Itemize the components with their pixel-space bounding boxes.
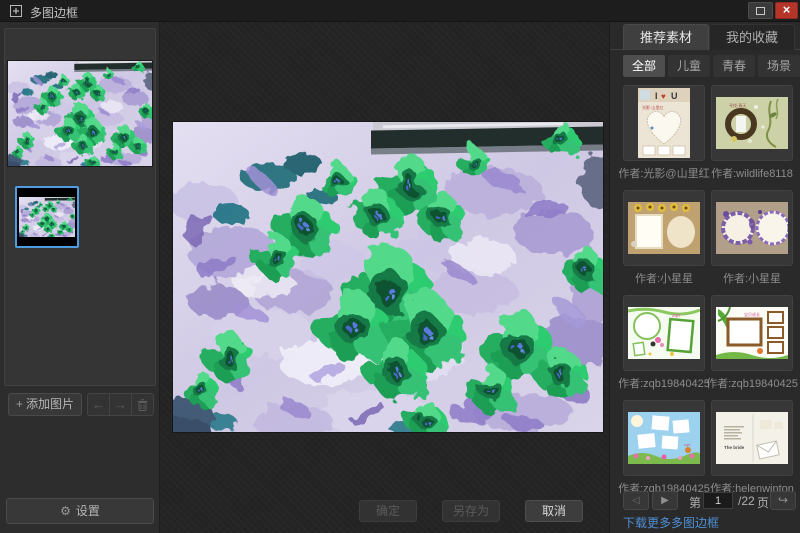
settings-button[interactable]: ⚙ 设置 <box>6 498 154 524</box>
thumbnail-list <box>4 28 156 386</box>
page-input[interactable] <box>703 492 733 509</box>
template-thumbnail[interactable]: 宝贝成长 <box>711 295 793 371</box>
ok-button[interactable]: 确定 <box>359 500 417 522</box>
tab-favorites[interactable]: 我的收藏 <box>709 24 795 50</box>
move-left-button[interactable]: ← <box>87 393 110 416</box>
template-thumbnail[interactable]: 寻找·春天 <box>711 85 793 161</box>
svg-text:U: U <box>671 91 678 101</box>
svg-text:光影·山里红: 光影·山里红 <box>642 104 663 110</box>
svg-text:I: I <box>655 91 658 101</box>
gear-icon: ⚙ <box>60 504 71 518</box>
template-author: 作者:zqb19840425 <box>618 375 710 391</box>
thumbnail-art <box>8 61 152 166</box>
template-thumbnail[interactable] <box>623 190 705 266</box>
svg-text:♥: ♥ <box>661 92 666 101</box>
save-as-button[interactable]: 另存为 <box>442 500 500 522</box>
add-image-button[interactable]: +添加图片 <box>8 393 82 416</box>
image-thumbnail-selected[interactable] <box>15 186 79 248</box>
template-art-wood-frames: 宝贝成长 <box>716 307 788 359</box>
window-title: 多图边框 <box>30 4 78 21</box>
category-all[interactable]: 全部 <box>623 55 665 77</box>
go-page-button[interactable]: ↪ <box>770 491 796 510</box>
template-thumbnail[interactable]: zqb <box>623 400 705 476</box>
template-thumbnail[interactable]: zqb <box>623 295 705 371</box>
maximize-button[interactable] <box>748 2 773 19</box>
template-author: 作者:zqb19840425 <box>706 375 798 391</box>
category-kids[interactable]: 儿童 <box>668 55 710 77</box>
left-arrow-icon: ← <box>92 397 105 412</box>
category-scene[interactable]: 场景 <box>758 55 800 77</box>
prev-page-icon: ◁ <box>632 495 640 506</box>
pagination: ◁ ▶ 第 /22 页 ↪ <box>610 491 800 511</box>
template-author: 作者:光影@山里红 <box>618 165 710 181</box>
move-right-button[interactable]: → <box>109 393 132 416</box>
template-author: 作者:小星星 <box>706 270 798 286</box>
svg-text:zqb: zqb <box>684 442 691 447</box>
template-author: 作者:小星星 <box>618 270 710 286</box>
image-list-sidebar: +添加图片 ← → ⚙ 设置 <box>0 22 160 533</box>
add-image-label: 添加图片 <box>26 397 74 411</box>
delete-image-button[interactable] <box>131 393 154 416</box>
thumbnail-tools: ← → <box>87 393 154 416</box>
maximize-icon <box>756 7 765 15</box>
go-page-icon: ↪ <box>778 493 788 507</box>
category-bar: 全部 儿童 青春 场景 <box>623 55 800 77</box>
next-page-icon: ▶ <box>661 495 669 506</box>
prev-page-button[interactable]: ◁ <box>623 491 649 510</box>
page-suffix-label: 页 <box>757 494 769 511</box>
template-art-vine: 寻找·春天 <box>716 97 788 149</box>
thumbnail-art <box>19 197 75 237</box>
page-prefix-label: 第 <box>689 494 701 511</box>
materials-panel: 推荐素材 我的收藏 全部 儿童 青春 场景 I ♥ U 光影·山里红 寻找·春天 <box>610 22 800 533</box>
template-art-purple-rings <box>716 202 788 254</box>
page-total-label: /22 <box>738 494 755 508</box>
download-more-link[interactable]: 下载更多多图边框 <box>623 514 719 531</box>
next-page-button[interactable]: ▶ <box>652 491 678 510</box>
flower-photo <box>173 122 603 432</box>
close-button[interactable]: × <box>775 2 798 19</box>
svg-text:zqb: zqb <box>671 313 680 319</box>
template-art-sky: zqb <box>628 412 700 464</box>
template-art-bride: The bride <box>716 412 788 464</box>
template-thumbnail[interactable] <box>711 190 793 266</box>
trash-icon <box>137 399 148 411</box>
template-author: 作者:wildlife8118 <box>706 165 798 181</box>
template-thumbnail[interactable]: I ♥ U 光影·山里红 <box>623 85 705 161</box>
cancel-button[interactable]: 取消 <box>525 500 583 522</box>
settings-label: 设置 <box>76 504 100 518</box>
right-arrow-icon: → <box>114 397 127 412</box>
close-icon: × <box>783 2 791 17</box>
plus-icon: + <box>16 397 23 411</box>
category-youth[interactable]: 青春 <box>713 55 755 77</box>
svg-text:宝贝成长: 宝贝成长 <box>744 311 760 317</box>
template-thumbnail[interactable]: The bride <box>711 400 793 476</box>
main-image-preview[interactable] <box>173 122 603 432</box>
svg-text:The bride: The bride <box>724 445 745 450</box>
svg-text:寻找·春天: 寻找·春天 <box>729 102 746 108</box>
template-art-kids-green: zqb <box>628 307 700 359</box>
image-thumbnail[interactable] <box>7 60 153 167</box>
titlebar: 多图边框 × <box>0 0 800 22</box>
multi-frame-icon <box>9 4 23 18</box>
editor-canvas: 确定 另存为 取消 <box>160 22 610 533</box>
template-art-heart: I ♥ U 光影·山里红 <box>638 88 690 158</box>
tab-recommended[interactable]: 推荐素材 <box>623 24 709 50</box>
template-art-sunflower <box>628 202 700 254</box>
